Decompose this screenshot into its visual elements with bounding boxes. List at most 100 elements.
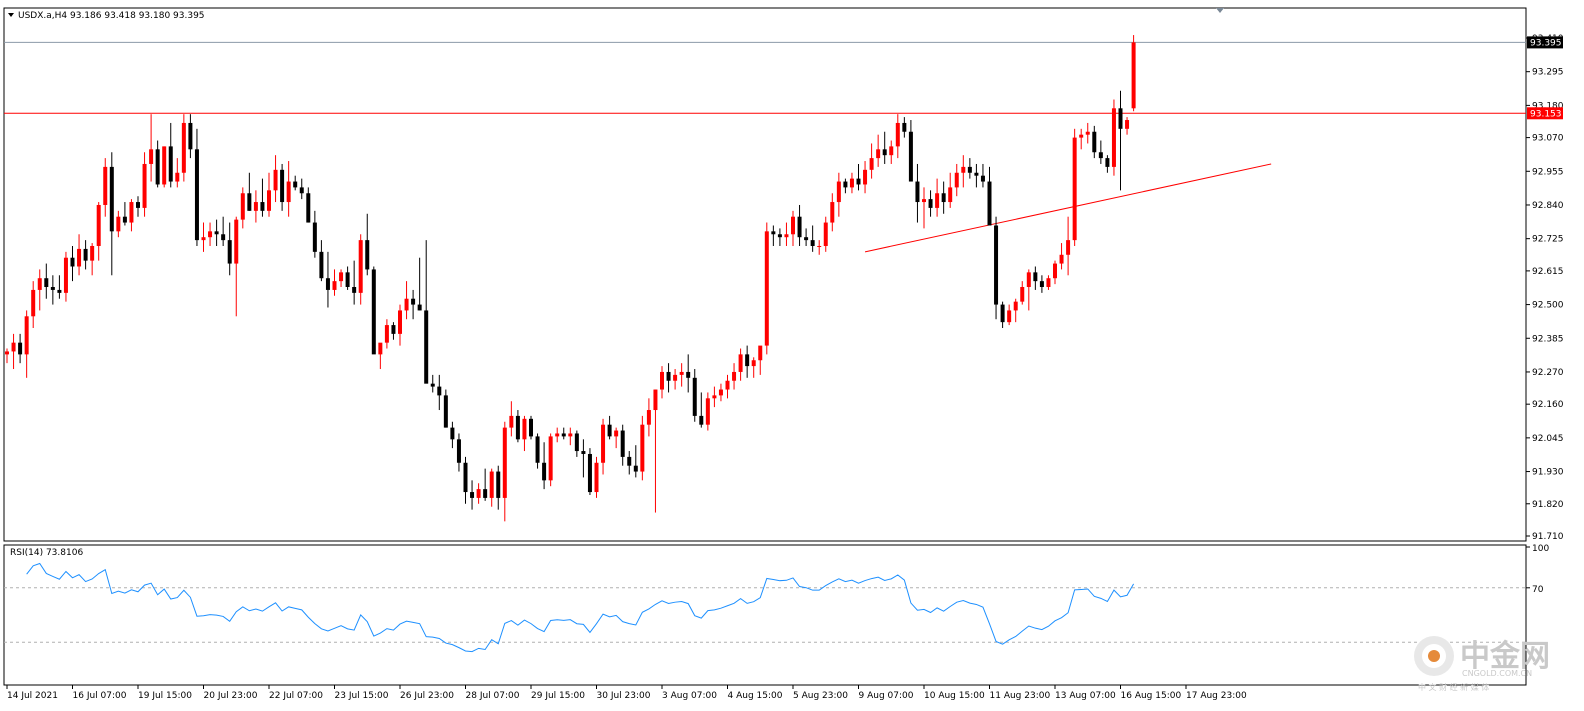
candle-body: [568, 433, 573, 437]
candle: [371, 266, 376, 355]
candle-body: [660, 371, 664, 390]
candle-body: [214, 231, 219, 235]
candle-body: [777, 234, 782, 238]
candle-body: [889, 146, 894, 156]
candle-body: [286, 181, 291, 203]
candle-body: [234, 219, 239, 264]
candle-body: [882, 149, 887, 156]
candle-body: [954, 172, 959, 188]
candle-body: [391, 325, 396, 334]
candle-body: [332, 281, 337, 290]
candle-body: [548, 436, 553, 481]
candle-body: [122, 216, 127, 223]
price-tick-label: 92.725: [1532, 235, 1564, 245]
candle-body: [345, 272, 350, 287]
current-price-tag-label: 93.395: [1530, 38, 1562, 48]
candle-body: [614, 430, 619, 437]
candle: [587, 448, 592, 495]
candle-body: [587, 453, 592, 493]
rsi-pane[interactable]: [3, 544, 1527, 686]
candle-body: [869, 158, 874, 170]
candle-body: [267, 190, 271, 211]
candle-body: [456, 439, 461, 463]
candle-body: [227, 240, 232, 264]
candle-body: [175, 172, 180, 182]
candle-body: [948, 187, 953, 203]
time-tick-label: 19 Jul 15:00: [138, 691, 192, 701]
candle-body: [725, 380, 730, 390]
candle-body: [1092, 131, 1097, 153]
candle-body: [1125, 120, 1130, 129]
candle-body: [1007, 310, 1012, 323]
candle-body: [673, 374, 678, 381]
candle-body: [856, 178, 861, 185]
symbol-header: USDX.a,H4 93.186 93.418 93.180 93.395: [18, 11, 205, 21]
candle-body: [718, 389, 723, 396]
chart-canvas[interactable]: 93.41093.29593.18093.07092.95592.84092.7…: [0, 0, 1584, 711]
candle-body: [142, 163, 147, 208]
candle-body: [646, 410, 651, 425]
candle-body: [935, 193, 940, 208]
candle-body: [260, 202, 265, 211]
candle-body: [1105, 158, 1110, 167]
candle-body: [784, 234, 789, 238]
candle-body: [1039, 281, 1044, 287]
candle-body: [463, 462, 468, 493]
candle-body: [306, 193, 311, 223]
candle-body: [1131, 42, 1136, 109]
candle-body: [208, 231, 213, 238]
candle-body: [830, 202, 835, 223]
time-tick-label: 29 Jul 15:00: [531, 691, 585, 701]
candle-body: [797, 216, 802, 238]
candle-body: [509, 415, 514, 428]
candle-body: [273, 169, 278, 191]
candle-body: [325, 278, 330, 290]
price-tick-label: 92.270: [1532, 368, 1564, 378]
candle-body: [601, 424, 606, 463]
candle-body: [240, 193, 245, 220]
candle-body: [450, 427, 455, 440]
candle-body: [764, 231, 769, 346]
candle-body: [424, 310, 429, 384]
candle-body: [928, 199, 933, 208]
resistance-price-tag-label: 93.153: [1530, 109, 1562, 119]
candle-body: [849, 178, 854, 188]
candle: [594, 456, 599, 498]
price-tick-label: 91.820: [1532, 500, 1564, 510]
candle-body: [103, 166, 108, 205]
candle-body: [398, 310, 402, 334]
brand-logo-core: [1428, 650, 1440, 662]
candle-body: [312, 222, 317, 252]
rsi-axis: 100 70: [1526, 544, 1549, 595]
candle-body: [738, 354, 743, 372]
candle-body: [37, 278, 42, 290]
candle-body: [836, 181, 841, 203]
rsi-tick-label: 100: [1532, 544, 1549, 554]
candle-body: [18, 342, 23, 355]
time-tick-label: 20 Jul 23:00: [204, 691, 258, 701]
candle: [994, 216, 999, 320]
candle-body: [555, 433, 560, 437]
candle-body: [692, 377, 697, 416]
candle-body: [902, 122, 907, 132]
candle-body: [1111, 108, 1116, 167]
candle-body: [771, 231, 776, 235]
candle-body: [908, 131, 913, 182]
time-tick-label: 5 Aug 23:00: [793, 691, 848, 701]
candle-body: [181, 122, 186, 173]
candle-body: [574, 433, 579, 452]
candle-body: [109, 166, 114, 232]
watermark-domain: CNGOLD.COM.CN: [1462, 669, 1532, 678]
candle-body: [732, 371, 737, 381]
candle-body: [791, 216, 795, 235]
candle: [764, 222, 769, 355]
candle-body: [476, 489, 481, 498]
candle: [529, 415, 533, 440]
candle-body: [384, 325, 389, 343]
candle-body: [522, 418, 527, 440]
candle: [548, 433, 553, 487]
time-tick-label: 16 Jul 07:00: [73, 691, 127, 701]
time-tick-label: 26 Jul 23:00: [400, 691, 454, 701]
rsi-tick-label: 70: [1532, 585, 1544, 595]
candle-body: [483, 489, 488, 498]
